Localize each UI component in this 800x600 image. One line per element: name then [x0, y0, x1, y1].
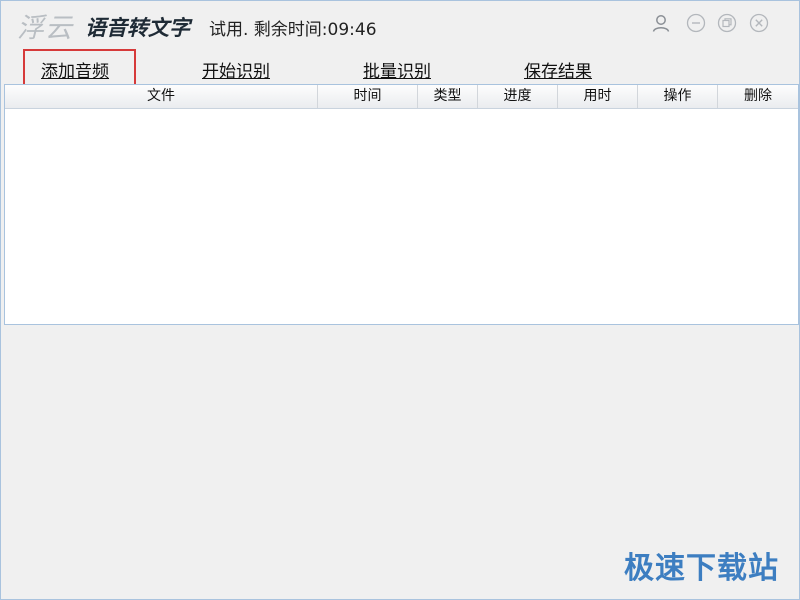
header-progress[interactable]: 进度 [478, 85, 558, 108]
app-window: 浮云 语音转文字 试用. 剩余时间:09:46 添加音频 开始识别 批量识别 保… [0, 0, 800, 600]
trial-status: 试用. 剩余时间:09:46 [209, 20, 377, 40]
close-icon[interactable] [749, 13, 769, 33]
title-bar[interactable]: 浮云 语音转文字 试用. 剩余时间:09:46 [1, 1, 799, 47]
save-results-button[interactable]: 保存结果 [524, 57, 592, 82]
table-body[interactable] [5, 109, 798, 324]
header-time[interactable]: 时间 [318, 85, 418, 108]
minimize-icon[interactable] [686, 13, 706, 33]
header-delete[interactable]: 删除 [718, 85, 798, 108]
app-title: 语音转文字 [85, 16, 190, 40]
file-table[interactable]: 文件 时间 类型 进度 用时 操作 删除 [4, 84, 799, 325]
watermark-logo: 极速下载站 [624, 551, 779, 586]
batch-recognition-button[interactable]: 批量识别 [363, 57, 431, 82]
restore-icon[interactable] [717, 13, 737, 33]
header-type[interactable]: 类型 [418, 85, 478, 108]
toolbar: 添加音频 开始识别 批量识别 保存结果 [1, 47, 799, 83]
start-recognition-button[interactable]: 开始识别 [202, 57, 270, 82]
header-action[interactable]: 操作 [638, 85, 718, 108]
user-icon[interactable] [651, 13, 671, 33]
table-header: 文件 时间 类型 进度 用时 操作 删除 [5, 85, 798, 109]
header-file[interactable]: 文件 [5, 85, 318, 108]
add-audio-button[interactable]: 添加音频 [41, 57, 109, 82]
app-logo: 浮云 [17, 13, 73, 44]
header-duration[interactable]: 用时 [558, 85, 638, 108]
